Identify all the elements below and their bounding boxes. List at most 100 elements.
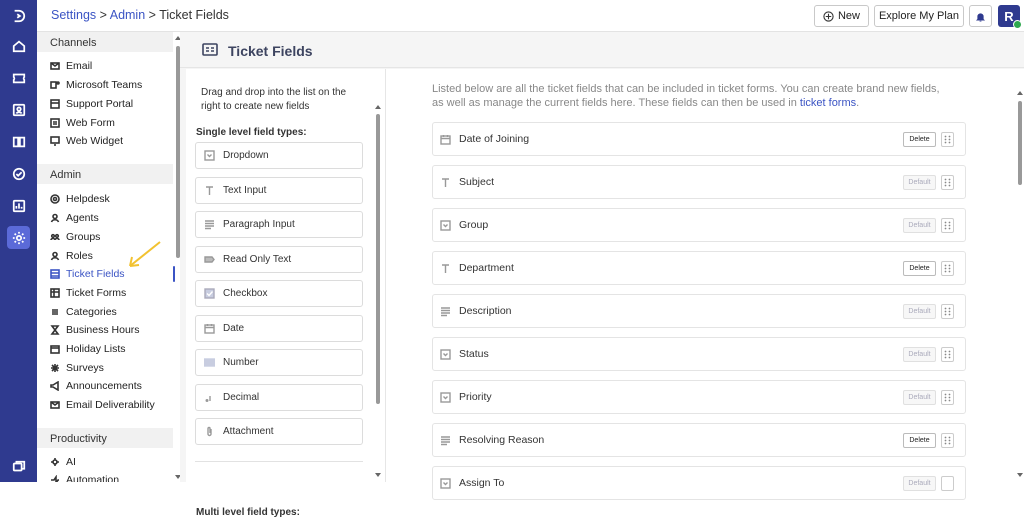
sidebar-item-groups[interactable]: Groups: [50, 229, 100, 245]
drag-handle-icon[interactable]: [941, 132, 954, 147]
main-scroll-up-icon[interactable]: [1017, 91, 1023, 95]
sidebar-item-label: Ticket Forms: [66, 287, 127, 299]
tickets-icon[interactable]: [7, 66, 30, 89]
sidebar-item-holiday-lists[interactable]: Holiday Lists: [50, 341, 126, 357]
sidebar-item-ticket-fields[interactable]: Ticket Fields: [50, 266, 125, 282]
sidebar-item-support-portal[interactable]: Support Portal: [50, 96, 133, 112]
field-row-status[interactable]: Status Default: [432, 337, 966, 371]
palette-scrollbar[interactable]: [376, 114, 380, 404]
ticket-forms-link[interactable]: ticket forms: [800, 97, 856, 109]
notifications-button[interactable]: [969, 5, 992, 27]
field-row-resolving-reason[interactable]: Resolving Reason Delete: [432, 423, 966, 457]
logo-icon[interactable]: [7, 4, 30, 27]
field-label: Department: [459, 262, 514, 274]
drag-handle-icon[interactable]: [941, 390, 954, 405]
active-indicator: [173, 266, 175, 282]
palette-attachment[interactable]: Attachment: [195, 418, 363, 445]
agent-icon: [50, 213, 60, 223]
description-end: .: [856, 97, 860, 109]
sidebar-item-label: Groups: [66, 231, 101, 243]
sidebar-item-automation[interactable]: Automation: [50, 472, 119, 482]
field-row-group[interactable]: Group Default: [432, 208, 966, 242]
palette-item-label: Decimal: [223, 392, 260, 403]
sidebar-item-web-form[interactable]: Web Form: [50, 115, 115, 131]
main-scrollbar[interactable]: [1018, 101, 1022, 185]
settings-icon[interactable]: [7, 226, 30, 249]
envelope-icon: [50, 61, 60, 71]
delete-button[interactable]: Delete: [903, 433, 936, 448]
palette-scroll-up-icon[interactable]: [375, 105, 381, 109]
bell-icon: [975, 12, 986, 21]
palette-read-only-text[interactable]: Read Only Text: [195, 246, 363, 273]
drag-handle-icon[interactable]: [941, 476, 954, 491]
drag-handle-icon[interactable]: [941, 347, 954, 362]
palette-scroll-down-icon[interactable]: [375, 473, 381, 477]
new-button[interactable]: New: [814, 5, 869, 27]
sidebar-item-ai[interactable]: AI: [50, 454, 76, 470]
sidebar-item-roles[interactable]: Roles: [50, 248, 93, 264]
palette-decimal[interactable]: Decimal: [195, 384, 363, 411]
fields-description: Listed below are all the ticket fields t…: [432, 82, 942, 110]
home-icon[interactable]: [7, 34, 30, 57]
delete-button[interactable]: Delete: [903, 132, 936, 147]
drag-handle-icon[interactable]: [941, 433, 954, 448]
sidebar-item-business-hours[interactable]: Business Hours: [50, 322, 140, 338]
survey-icon: [50, 363, 60, 373]
sidebar-item-label: Roles: [66, 250, 93, 262]
sidebar-item-categories[interactable]: Categories: [50, 304, 117, 320]
palette-checkbox[interactable]: Checkbox: [195, 280, 363, 307]
avatar[interactable]: R: [998, 5, 1022, 29]
tasks-icon[interactable]: [7, 162, 30, 185]
palette-item-label: Attachment: [223, 426, 274, 437]
field-row-assign-to[interactable]: Assign To Default: [432, 466, 966, 500]
palette-item-label: Dropdown: [223, 150, 269, 161]
drag-handle-icon[interactable]: [941, 175, 954, 190]
paragraph-icon: [440, 306, 451, 317]
field-label: Date of Joining: [459, 133, 530, 145]
sidebar-item-web-widget[interactable]: Web Widget: [50, 133, 123, 149]
plus-circle-icon: [823, 10, 834, 22]
field-row-date-of-joining[interactable]: Date of Joining Delete: [432, 122, 966, 156]
megaphone-icon: [50, 381, 60, 391]
avatar-initial: R: [1004, 8, 1014, 24]
field-label: Description: [459, 305, 512, 317]
breadcrumb-settings[interactable]: Settings: [51, 8, 96, 22]
sidebar-item-announcements[interactable]: Announcements: [50, 378, 142, 394]
breadcrumb-separator: >: [96, 8, 110, 22]
reports-icon[interactable]: [7, 194, 30, 217]
dropdown-icon: [440, 477, 451, 489]
sidebar-item-surveys[interactable]: Surveys: [50, 360, 104, 376]
delete-button[interactable]: Delete: [903, 261, 936, 276]
field-row-department[interactable]: Department Delete: [432, 251, 966, 285]
breadcrumb-admin[interactable]: Admin: [110, 8, 145, 22]
palette-text-input[interactable]: Text Input: [195, 177, 363, 204]
field-row-description[interactable]: Description Default: [432, 294, 966, 328]
field-row-priority[interactable]: Priority Default: [432, 380, 966, 414]
sidebar-item-email[interactable]: Email: [50, 58, 92, 74]
field-label: Group: [459, 219, 489, 231]
palette-dropdown[interactable]: Dropdown: [195, 142, 363, 169]
drag-handle-icon[interactable]: [941, 218, 954, 233]
palette-number[interactable]: Number: [195, 349, 363, 376]
contacts-icon[interactable]: [7, 98, 30, 121]
drag-handle-icon[interactable]: [941, 304, 954, 319]
dropdown-icon: [204, 150, 215, 161]
explore-plan-button[interactable]: Explore My Plan: [874, 5, 964, 27]
automation-icon: [50, 475, 60, 482]
palette-item-label: Paragraph Input: [223, 219, 295, 230]
drag-handle-icon[interactable]: [941, 261, 954, 276]
sidebar-item-label: AI: [66, 456, 76, 468]
sidebar-item-agents[interactable]: Agents: [50, 210, 99, 226]
field-row-subject[interactable]: Subject Default: [432, 165, 966, 199]
sidebar-item-microsoft-teams[interactable]: Microsoft Teams: [50, 77, 142, 93]
chat-icon[interactable]: [7, 455, 30, 478]
sidebar-item-ticket-forms[interactable]: Ticket Forms: [50, 285, 126, 301]
section-productivity: Productivity: [37, 428, 173, 448]
palette-paragraph-input[interactable]: Paragraph Input: [195, 211, 363, 238]
palette-date[interactable]: Date: [195, 315, 363, 342]
main-scroll-down-icon[interactable]: [1017, 473, 1023, 477]
sidebar-item-email-deliverability[interactable]: Email Deliverability: [50, 397, 155, 413]
breadcrumb: Settings > Admin > Ticket Fields: [51, 8, 229, 22]
sidebar-item-helpdesk[interactable]: Helpdesk: [50, 191, 110, 207]
knowledge-base-icon[interactable]: [7, 130, 30, 153]
